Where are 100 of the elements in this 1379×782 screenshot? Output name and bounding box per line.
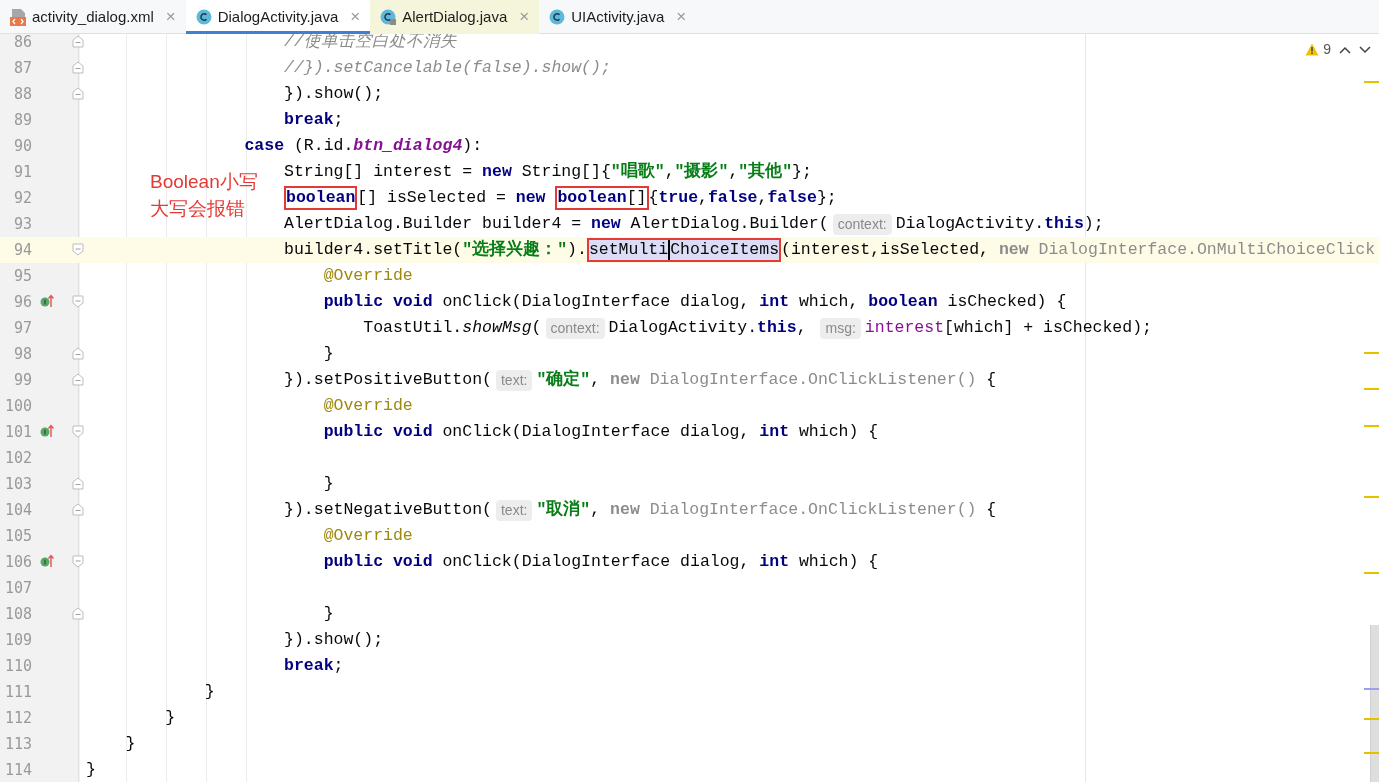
parameter-hint: text: — [496, 499, 533, 521]
editor-tab[interactable]: activity_dialog.xml × — [0, 0, 186, 34]
override-marker-icon[interactable] — [40, 294, 54, 308]
fold-marker-icon[interactable] — [72, 607, 84, 620]
code-line: } — [125, 733, 136, 755]
code-line: public void onClick(DialogInterface dialog, int which) { — [323, 551, 879, 573]
annotation-note: Boolean小写 大写会报错 — [150, 170, 258, 221]
class-icon — [195, 9, 212, 25]
code-line: }).show(); — [284, 629, 384, 651]
override-marker-icon[interactable] — [40, 424, 54, 438]
code-line: }).setNegativeButton( text: "取消", new DialogInterface.OnClickListener() { — [284, 498, 997, 523]
code-line: @Override — [323, 395, 413, 417]
editor-tab[interactable]: DialogActivity.java × — [185, 0, 371, 34]
highlight-box: boolean — [284, 186, 358, 210]
code-line: }).show(); — [284, 83, 384, 105]
line-number: 110 — [3, 655, 32, 677]
override-marker-icon[interactable] — [40, 554, 54, 568]
line-number: 112 — [3, 707, 32, 729]
line-number: 97 — [12, 317, 32, 339]
error-stripe-mark[interactable] — [1364, 425, 1379, 427]
code-line: } — [165, 707, 176, 729]
code-line: } — [323, 473, 334, 495]
text-caret — [668, 240, 671, 260]
line-number: 108 — [3, 603, 32, 625]
xml-file-icon — [10, 8, 26, 26]
fold-marker-icon[interactable] — [72, 373, 84, 386]
line-number: 94 — [12, 239, 32, 261]
line-number: 109 — [3, 629, 32, 651]
error-stripe-mark[interactable] — [1364, 352, 1379, 354]
code-line: } — [323, 343, 334, 365]
code-line: ToastUtil.showMsg( context: DialogActivity.this, msg: interest[which] + isChecked); — [363, 316, 1152, 341]
tab-label: activity_dialog.xml — [32, 6, 154, 27]
code-line: boolean[] isSelected = new boolean[]{true,false,false}; — [284, 185, 837, 211]
fold-marker-icon[interactable] — [72, 243, 84, 256]
fold-marker-icon[interactable] — [72, 61, 84, 74]
warning-count: 9 — [1323, 40, 1331, 59]
line-number: 86 — [12, 31, 32, 53]
line-number: 103 — [3, 473, 32, 495]
chevron-up-icon[interactable] — [1339, 45, 1351, 54]
fold-marker-icon[interactable] — [72, 555, 84, 568]
line-number: 92 — [12, 187, 32, 209]
code-line: } — [86, 759, 96, 781]
code-line: public void onClick(DialogInterface dialog, int which, boolean isChecked) { — [323, 291, 1067, 313]
line-number: 107 — [3, 577, 32, 599]
line-number: 96 — [12, 291, 32, 313]
locked-class-icon — [380, 9, 397, 25]
class-icon — [549, 9, 566, 25]
error-stripe-mark[interactable] — [1364, 81, 1379, 83]
code-line: //}).setCancelable(false).show(); — [284, 57, 611, 79]
line-number: 90 — [12, 135, 32, 157]
parameter-hint: context: — [545, 317, 605, 339]
scrollbar-thumb[interactable] — [1370, 625, 1379, 782]
code-line: }).setPositiveButton( text: "确定", new DialogInterface.OnClickListener() { — [284, 368, 997, 393]
code-line: String[] interest = new String[]{"唱歌","摄影","其他"}; — [284, 160, 812, 183]
tab-label: DialogActivity.java — [217, 6, 339, 27]
line-number: 101 — [3, 421, 32, 443]
fold-marker-icon[interactable] — [72, 347, 84, 360]
line-number: 89 — [12, 109, 32, 131]
line-number: 111 — [3, 681, 32, 703]
line-number: 100 — [3, 395, 32, 417]
error-stripe-mark[interactable] — [1364, 388, 1379, 390]
code-line: @Override — [323, 265, 413, 287]
editor-tab[interactable]: UIActivity.java × — [539, 0, 697, 34]
code-line: } — [204, 681, 215, 703]
line-number: 113 — [3, 733, 32, 755]
line-number: 88 — [12, 83, 32, 105]
line-number: 102 — [3, 447, 32, 469]
parameter-hint: context: — [832, 213, 892, 235]
editor-tab[interactable]: AlertDialog.java × — [370, 0, 540, 34]
error-stripe-mark[interactable] — [1364, 496, 1379, 498]
chevron-down-icon[interactable] — [1359, 45, 1371, 54]
error-stripe-mark[interactable] — [1364, 752, 1379, 754]
fold-marker-icon[interactable] — [72, 477, 84, 490]
code-line: break; — [284, 109, 344, 131]
fold-marker-icon[interactable] — [72, 87, 84, 100]
line-number: 104 — [3, 499, 32, 521]
fold-marker-icon[interactable] — [72, 35, 84, 48]
fold-marker-icon[interactable] — [72, 503, 84, 516]
error-stripe-mark[interactable] — [1364, 572, 1379, 574]
line-number: 87 — [12, 57, 32, 79]
line-number: 93 — [12, 213, 32, 235]
line-number: 99 — [12, 369, 32, 391]
line-number: 105 — [3, 525, 32, 547]
code-line: @Override — [323, 525, 413, 547]
warning-icon — [1305, 43, 1320, 56]
tab-label: UIActivity.java — [571, 6, 665, 27]
highlight-box: boolean[] — [555, 186, 649, 210]
fold-marker-icon[interactable] — [72, 425, 84, 438]
error-stripe-mark[interactable] — [1364, 718, 1379, 720]
code-line: public void onClick(DialogInterface dialog, int which) { — [323, 421, 879, 443]
line-number: 95 — [12, 265, 32, 287]
parameter-hint: text: — [496, 369, 533, 391]
error-stripe-mark[interactable] — [1364, 688, 1379, 690]
highlight-box: setMultiChoiceItems — [586, 238, 782, 262]
code-line: break; — [284, 655, 344, 677]
line-number: 106 — [3, 551, 32, 573]
code-line: case (R.id.btn_dialog4): — [244, 135, 483, 157]
code-line: AlertDialog.Builder builder4 = new AlertDialog.Builder( context: DialogActivity.this); — [284, 212, 1104, 237]
line-number: 114 — [3, 759, 32, 781]
fold-marker-icon[interactable] — [72, 295, 84, 308]
